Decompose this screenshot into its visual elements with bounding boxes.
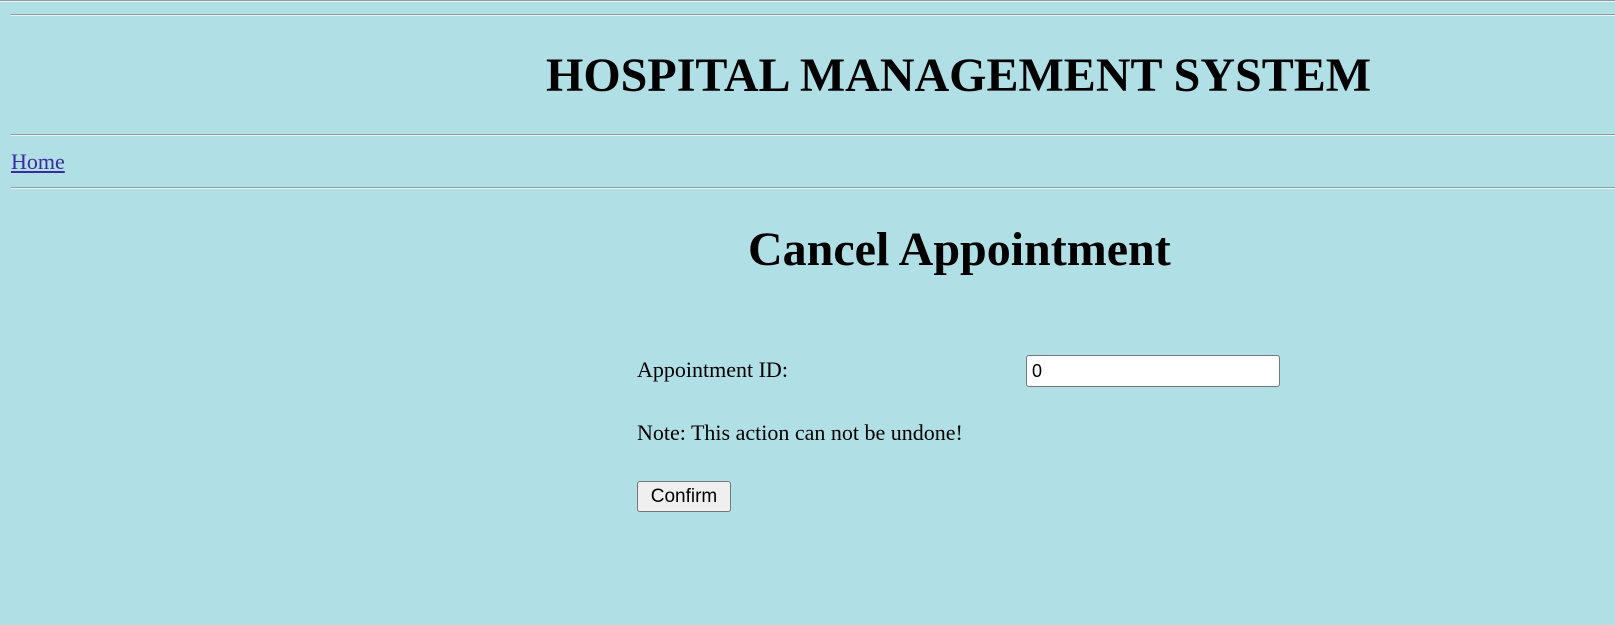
header-bottom-divider bbox=[11, 134, 1615, 136]
page-title: Cancel Appointment bbox=[748, 223, 1171, 276]
appointment-id-label: Appointment ID: bbox=[637, 357, 788, 382]
warning-note: Note: This action can not be undone! bbox=[637, 420, 963, 445]
site-title-text: HOSPITAL MANAGEMENT SYSTEM bbox=[546, 49, 1372, 102]
nav-bottom-divider bbox=[11, 187, 1615, 189]
home-link[interactable]: Home bbox=[11, 148, 65, 176]
appointment-id-input[interactable] bbox=[1026, 355, 1280, 387]
top-divider bbox=[0, 0, 1615, 2]
confirm-button[interactable]: Confirm bbox=[637, 481, 731, 512]
header-top-divider bbox=[11, 14, 1615, 16]
